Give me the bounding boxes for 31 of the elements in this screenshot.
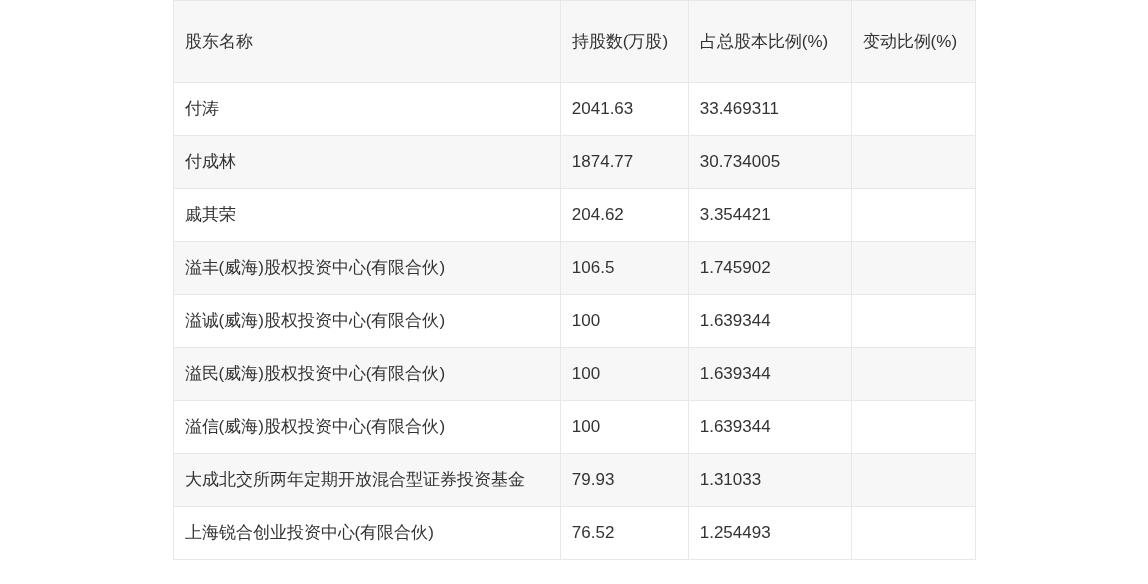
table-cell: 1874.77 [560, 135, 689, 189]
table-cell: 106.5 [560, 241, 689, 295]
table-cell: 2041.63 [560, 82, 689, 136]
table-cell: 204.62 [560, 188, 689, 242]
table-cell: 溢诚(威海)股权投资中心(有限合伙) [173, 294, 561, 348]
table-cell: 1.745902 [688, 241, 852, 295]
table-cell: 上海锐合创业投资中心(有限合伙) [173, 506, 561, 560]
table-cell: 30.734005 [688, 135, 852, 189]
table-cell: 付涛 [173, 82, 561, 136]
table-cell: 溢民(威海)股权投资中心(有限合伙) [173, 347, 561, 401]
table-cell: 100 [560, 347, 689, 401]
table-cell: 100 [560, 294, 689, 348]
column-header: 占总股本比例(%) [688, 0, 852, 83]
table-cell: 100 [560, 400, 689, 454]
table-cell: 1.639344 [688, 400, 852, 454]
column-header: 持股数(万股) [560, 0, 689, 83]
table-cell: 3.354421 [688, 188, 852, 242]
table-cell: 戚其荣 [173, 188, 561, 242]
table-cell: 大成北交所两年定期开放混合型证券投资基金 [173, 453, 561, 507]
table-cell: 79.93 [560, 453, 689, 507]
table-cell: 1.639344 [688, 347, 852, 401]
table-cell: 1.639344 [688, 294, 852, 348]
table-cell: 33.469311 [688, 82, 852, 136]
table-cell: 溢信(威海)股权投资中心(有限合伙) [173, 400, 561, 454]
column-header: 股东名称 [173, 0, 561, 83]
table-cell: 溢丰(威海)股权投资中心(有限合伙) [173, 241, 561, 295]
table-cell: 76.52 [560, 506, 689, 560]
column-header: 变动比例(%) [851, 0, 975, 83]
table-cell: 1.31033 [688, 453, 852, 507]
table-cell: 付成林 [173, 135, 561, 189]
table-cell: 1.254493 [688, 506, 852, 560]
